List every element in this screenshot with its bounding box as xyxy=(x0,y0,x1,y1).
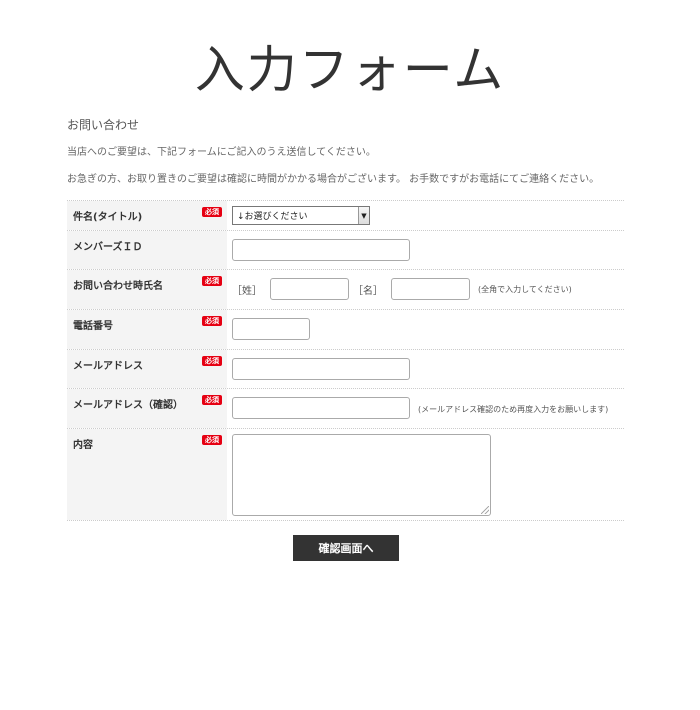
last-name-label: ［姓］ xyxy=(232,286,262,297)
name-field-cell: ［姓］ ［名］ (全角で入力してください) xyxy=(227,270,624,309)
subject-label: 件名(タイトル) xyxy=(73,212,143,223)
chevron-down-icon[interactable]: ▼ xyxy=(358,207,369,224)
name-label: お問い合わせ時氏名 xyxy=(73,281,163,292)
email-label-cell: メールアドレス 必須 xyxy=(67,350,227,388)
intro-text-2: お急ぎの方、お取り置きのご要望は確認に時間がかかる場合がございます。 お手数です… xyxy=(67,174,600,185)
email-input[interactable] xyxy=(232,358,410,380)
form-row-name: お問い合わせ時氏名 必須 ［姓］ ［名］ (全角で入力してください) xyxy=(67,270,624,310)
form-row-email: メールアドレス 必須 xyxy=(67,350,624,389)
subject-label-cell: 件名(タイトル) 必須 xyxy=(67,201,227,230)
required-badge: 必須 xyxy=(202,276,222,286)
email-confirm-label: メールアドレス（確認） xyxy=(73,400,183,411)
email-confirm-note: (メールアドレス確認のため再度入力をお願いします) xyxy=(418,405,609,414)
email-confirm-input[interactable] xyxy=(232,397,410,419)
email-field-cell xyxy=(227,350,624,388)
contact-form: 件名(タイトル) 必須 ↓お選びください ▼ メンバーズＩＤ お問い合わせ時氏名… xyxy=(67,200,624,521)
form-row-subject: 件名(タイトル) 必須 ↓お選びください ▼ xyxy=(67,201,624,231)
content-label: 内容 xyxy=(73,440,93,451)
member-id-label: メンバーズＩＤ xyxy=(73,242,143,253)
required-badge: 必須 xyxy=(202,356,222,366)
content-field-cell xyxy=(227,429,624,520)
content-textarea[interactable] xyxy=(232,434,491,516)
intro-heading: お問い合わせ xyxy=(67,118,140,132)
member-id-label-cell: メンバーズＩＤ xyxy=(67,231,227,269)
name-label-cell: お問い合わせ時氏名 必須 xyxy=(67,270,227,309)
intro-section: お問い合わせ 当店へのご要望は、下記フォームにご記入のうえ送信してください。 お… xyxy=(67,116,647,197)
page-title: 入力フォーム xyxy=(194,41,506,99)
phone-label-cell: 電話番号 必須 xyxy=(67,310,227,349)
name-note: (全角で入力してください) xyxy=(478,285,572,294)
form-row-content: 内容 必須 xyxy=(67,429,624,521)
form-row-member-id: メンバーズＩＤ xyxy=(67,231,624,270)
required-badge: 必須 xyxy=(202,435,222,445)
member-id-field-cell xyxy=(227,231,624,269)
subject-field-cell: ↓お選びください ▼ xyxy=(227,201,624,230)
subject-select[interactable]: ↓お選びください ▼ xyxy=(232,206,370,225)
phone-field-cell xyxy=(227,310,624,349)
confirm-button[interactable]: 確認画面へ xyxy=(293,535,399,561)
phone-label: 電話番号 xyxy=(73,321,113,332)
content-label-cell: 内容 必須 xyxy=(67,429,227,520)
member-id-input[interactable] xyxy=(232,239,410,261)
email-confirm-field-cell: (メールアドレス確認のため再度入力をお願いします) xyxy=(227,389,624,428)
first-name-input[interactable] xyxy=(391,278,470,300)
intro-text-1: 当店へのご要望は、下記フォームにご記入のうえ送信してください。 xyxy=(67,147,376,158)
email-label: メールアドレス xyxy=(73,361,143,372)
required-badge: 必須 xyxy=(202,207,222,217)
required-badge: 必須 xyxy=(202,316,222,326)
last-name-input[interactable] xyxy=(270,278,349,300)
required-badge: 必須 xyxy=(202,395,222,405)
resize-grip-icon[interactable] xyxy=(481,506,489,514)
subject-select-value: ↓お選びください xyxy=(237,212,308,222)
first-name-label: ［名］ xyxy=(353,286,383,297)
email-confirm-label-cell: メールアドレス（確認） 必須 xyxy=(67,389,227,428)
form-row-phone: 電話番号 必須 xyxy=(67,310,624,350)
phone-input[interactable] xyxy=(232,318,310,340)
form-row-email-confirm: メールアドレス（確認） 必須 (メールアドレス確認のため再度入力をお願いします) xyxy=(67,389,624,429)
